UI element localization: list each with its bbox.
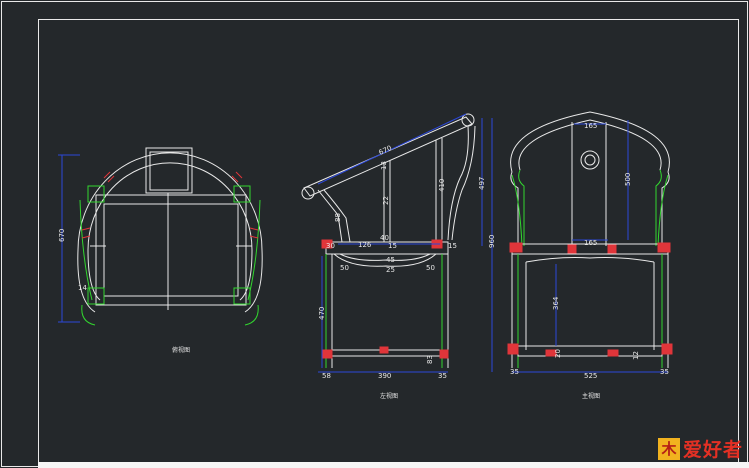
top-view-dim-leg: 14 [78, 284, 87, 292]
joint-marker [509, 242, 523, 253]
side-view-dim-25: 25 [386, 266, 395, 274]
side-view-dim-15b: 15 [448, 242, 457, 250]
joint-marker [657, 242, 671, 253]
side-view-dim-arm: 670 [378, 144, 393, 157]
side-view-dim-50b: 50 [426, 264, 435, 272]
front-view: 165 500 165 364 525 35 35 12 20 主视图 [507, 111, 673, 400]
side-view-dim-15a: 15 [388, 242, 397, 250]
side-view-dim-45: 45 [386, 256, 395, 264]
watermark-logo-icon: 木 [657, 437, 680, 460]
top-view-seat-panel [103, 203, 239, 297]
front-view-dim-165-top: 165 [584, 122, 597, 130]
side-view-dim-22: 22 [382, 196, 390, 205]
front-view-dim-500: 500 [624, 173, 632, 186]
side-view-dim-13: 13 [380, 161, 388, 170]
front-view-caption: 主视图 [582, 392, 600, 400]
cad-drawing: 670 14 俯视图 670 497 960 390 126 40 15 15 … [1, 1, 748, 467]
outer-frame [1, 1, 748, 467]
side-view-dim-total-height: 960 [488, 235, 496, 248]
front-view-dim-12: 12 [632, 351, 640, 360]
top-view-arm-inner [87, 162, 253, 251]
side-view-dim-30: 30 [326, 242, 335, 250]
side-view-dim-seat-width: 390 [378, 372, 391, 380]
carved-medallion [580, 150, 600, 170]
top-view: 670 14 俯视图 [58, 147, 263, 354]
front-view-dim-35b: 35 [660, 368, 669, 376]
front-view-back-splat [571, 122, 607, 246]
site-watermark: 木 爱好者 [657, 435, 743, 462]
top-view-seat [95, 194, 247, 306]
side-view-top-rail [303, 116, 473, 197]
side-view-dim-58: 58 [322, 372, 331, 380]
watermark-text: 爱好者 [682, 439, 743, 461]
side-view-dim-126: 126 [358, 241, 372, 249]
front-view-dim-165-mid: 165 [584, 239, 597, 247]
title-block [38, 462, 749, 468]
cad-drawing-canvas[interactable]: 670 14 俯视图 670 497 960 390 126 40 15 15 … [0, 0, 749, 468]
front-view-dim-35a: 35 [510, 368, 519, 376]
side-view-dim-83: 83 [426, 355, 434, 364]
side-view-dim-50a: 50 [340, 264, 349, 272]
front-view-dim-364: 364 [552, 296, 560, 310]
side-view-dim-back-height: 497 [478, 177, 486, 190]
side-view-dim-88: 88 [334, 213, 342, 222]
side-view-caption: 左视图 [380, 392, 398, 400]
top-view-caption: 俯视图 [172, 346, 190, 354]
top-view-dim-depth: 670 [58, 229, 66, 242]
side-view: 670 497 960 390 126 40 15 15 30 13 22 41… [301, 113, 496, 400]
front-view-dim-525: 525 [584, 372, 597, 380]
front-view-crest-outer [510, 111, 670, 173]
side-view-dim-35: 35 [438, 372, 447, 380]
side-view-dim-410: 410 [438, 179, 446, 192]
side-view-dim-leg-height: 470 [318, 307, 326, 320]
side-view-dim-40: 40 [380, 234, 389, 242]
front-view-dim-20: 20 [554, 349, 562, 358]
